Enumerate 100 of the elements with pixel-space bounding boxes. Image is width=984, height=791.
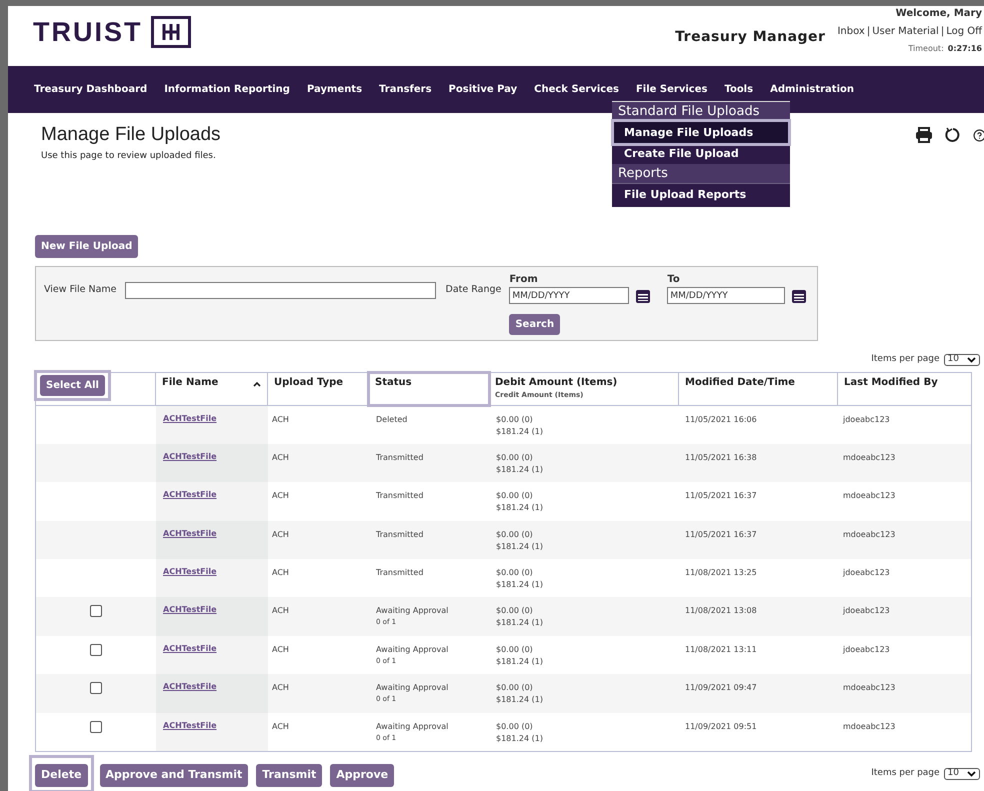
search-button[interactable]: Search — [509, 314, 560, 335]
column-header[interactable]: Modified Date/Time — [679, 372, 838, 404]
page-title: Manage File Uploads — [41, 123, 221, 147]
column-header[interactable]: Last Modified By — [838, 372, 971, 404]
row-checkbox[interactable] — [90, 720, 102, 733]
nav-item[interactable]: File Services — [636, 82, 708, 97]
sort-up-icon — [253, 380, 261, 386]
product-title: Treasury Manager — [675, 28, 826, 47]
credit-amount: $181.24 (1) — [496, 579, 544, 592]
modified-by: mdoeabc123 — [843, 722, 896, 731]
from-date-field[interactable]: MM/DD/YYYY — [509, 287, 630, 304]
status-text: Transmitted — [376, 452, 424, 464]
status-text: Awaiting Approval — [376, 644, 450, 656]
modified-date: 11/08/2021 13:08 — [685, 606, 757, 616]
file-name-link[interactable]: ACHTestFile — [163, 414, 217, 422]
nav-item[interactable]: Payments — [306, 82, 362, 97]
debit-amount: $0.00 (0) — [496, 605, 534, 618]
menu-heading: Reports — [612, 164, 790, 184]
modified-date: 11/09/2021 09:47 — [685, 683, 757, 692]
nav-item[interactable]: Check Services — [534, 82, 619, 97]
modified-date: 11/05/2021 16:38 — [685, 452, 757, 462]
file-name-link[interactable]: ACHTestFile — [163, 452, 217, 461]
status-text: Transmitted — [376, 567, 424, 580]
menu-heading: Standard File Uploads — [612, 102, 790, 122]
modified-by: mdoeabc123 — [843, 683, 896, 692]
modified-by: jdoeabc123 — [843, 644, 890, 654]
nav-item[interactable]: Positive Pay — [448, 82, 518, 97]
modified-date: 11/05/2021 16:37 — [685, 530, 757, 539]
calendar-icon[interactable] — [635, 288, 652, 304]
header-link[interactable]: Inbox — [837, 24, 865, 39]
credit-amount: $181.24 (1) — [496, 502, 544, 514]
action-button[interactable]: Approve and Transmit — [100, 764, 248, 787]
status-text: Deleted — [376, 414, 408, 426]
nav-item[interactable]: Tools — [724, 82, 754, 97]
nav-item[interactable]: Information Reporting — [164, 82, 290, 97]
chevron-down-icon — [967, 770, 976, 777]
modified-by: jdoeabc123 — [843, 606, 890, 616]
items-per-page-select[interactable]: 10 — [944, 354, 980, 366]
action-button[interactable]: Transmit — [256, 764, 322, 787]
select-all-button[interactable]: Select All — [40, 374, 105, 396]
upload-type: ACH — [272, 452, 289, 462]
header-link[interactable]: User Material — [872, 24, 939, 39]
menu-item[interactable]: File Upload Reports — [614, 184, 788, 205]
credit-amount: $181.24 (1) — [496, 732, 544, 745]
action-button[interactable]: Delete — [35, 764, 88, 787]
file-name-link[interactable]: ACHTestFile — [163, 682, 217, 692]
new-file-upload-button[interactable]: New File Upload — [35, 235, 138, 258]
modified-date: 11/08/2021 13:11 — [685, 644, 757, 654]
file-name-link[interactable]: ACHTestFile — [163, 567, 217, 576]
welcome-text: Welcome, Mary — [896, 7, 982, 21]
nav-item[interactable]: Treasury Dashboard — [34, 82, 148, 97]
help-icon[interactable] — [973, 129, 984, 142]
modified-by: jdoeabc123 — [843, 414, 890, 424]
modified-date: 11/08/2021 13:25 — [685, 568, 757, 578]
to-date-field[interactable]: MM/DD/YYYY — [667, 287, 786, 304]
link-separator: | — [940, 25, 944, 39]
column-header[interactable]: File Name — [156, 372, 268, 404]
row-checkbox[interactable] — [90, 605, 102, 618]
nav-item[interactable]: Transfers — [379, 82, 432, 97]
upload-type: ACH — [272, 683, 289, 692]
status-text: Transmitted — [376, 490, 424, 502]
nav-item[interactable]: Administration — [770, 82, 854, 97]
credit-amount: $181.24 (1) — [496, 426, 544, 438]
print-icon[interactable] — [915, 127, 933, 143]
credit-amount: $181.24 (1) — [496, 464, 544, 476]
file-name-link[interactable]: ACHTestFile — [163, 528, 217, 538]
chevron-down-icon — [967, 356, 976, 363]
column-header[interactable]: Status — [369, 372, 489, 404]
link-separator: | — [866, 25, 870, 39]
calendar-icon[interactable] — [791, 288, 808, 304]
status-text: Awaiting Approval — [376, 720, 450, 733]
file-name-link[interactable]: ACHTestFile — [163, 720, 217, 730]
file-name-field[interactable] — [124, 282, 436, 299]
modified-by: mdoeabc123 — [843, 491, 896, 500]
items-per-page-select[interactable]: 10 — [944, 768, 980, 780]
modified-date: 11/05/2021 16:06 — [685, 414, 757, 424]
timeout-value: 0:27:16 — [948, 43, 982, 55]
file-name-link[interactable]: ACHTestFile — [163, 605, 217, 614]
file-name-link[interactable]: ACHTestFile — [163, 644, 217, 653]
to-label: To — [667, 273, 680, 287]
page-subtitle: Use this page to review uploaded files. — [41, 150, 217, 162]
credit-amount: $181.24 (1) — [496, 694, 544, 706]
debit-amount: $0.00 (0) — [496, 528, 534, 541]
action-button[interactable]: Approve — [330, 764, 394, 787]
credit-amount: $181.24 (1) — [496, 617, 544, 630]
menu-item[interactable]: Create File Upload — [614, 143, 788, 164]
column-header[interactable]: Upload Type — [268, 372, 369, 404]
debit-amount: $0.00 (0) — [496, 720, 534, 733]
refresh-icon[interactable] — [945, 127, 961, 143]
menu-item[interactable]: Manage File Uploads — [614, 122, 788, 143]
row-checkbox[interactable] — [90, 644, 102, 656]
header-link[interactable]: Log Off — [946, 24, 982, 39]
upload-type: ACH — [272, 606, 289, 616]
modified-date: 11/05/2021 16:37 — [685, 491, 757, 500]
timeout-label: Timeout: — [908, 43, 944, 55]
modified-by: jdoeabc123 — [843, 568, 890, 578]
row-checkbox[interactable] — [90, 682, 102, 694]
credit-amount: $181.24 (1) — [496, 656, 544, 668]
logo-mark-icon — [150, 16, 190, 48]
file-name-link[interactable]: ACHTestFile — [163, 490, 217, 500]
